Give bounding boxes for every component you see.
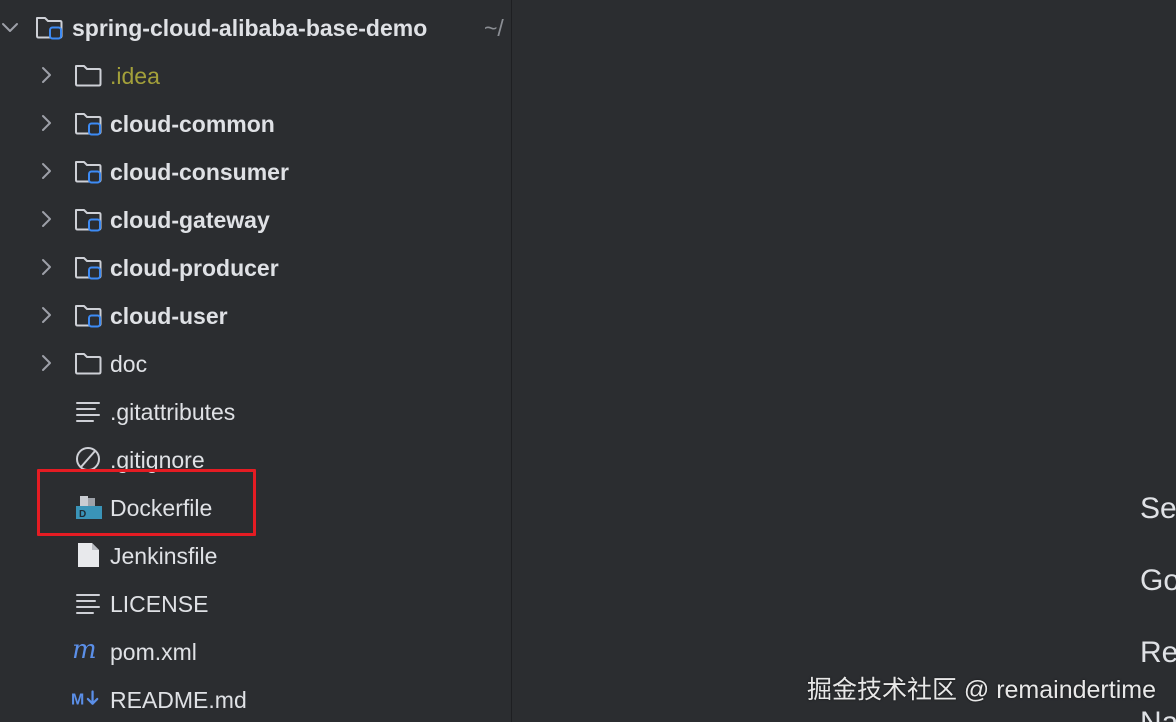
tree-root-label: spring-cloud-alibaba-base-demo — [72, 15, 428, 41]
tree-item-gitattributes[interactable]: .gitattributes — [0, 387, 511, 435]
chevron-right-icon[interactable] — [36, 305, 56, 325]
tree-item-label: cloud-consumer — [110, 159, 289, 185]
right-panel-text: Se — [1140, 492, 1176, 525]
tree-item-label: .gitattributes — [110, 399, 236, 425]
module-folder-icon — [75, 257, 102, 280]
tree-item-label: pom.xml — [110, 639, 197, 665]
chevron-right-icon[interactable] — [36, 353, 56, 373]
right-panel-text: Na — [1140, 706, 1176, 722]
tree-item-license[interactable]: LICENSE — [0, 579, 511, 627]
tree-item-label: LICENSE — [110, 591, 209, 617]
ide-window: spring-cloud-alibaba-base-demo ~/ .idea … — [0, 0, 1176, 722]
project-tree-panel: spring-cloud-alibaba-base-demo ~/ .idea … — [0, 0, 511, 722]
right-panel-text: Re — [1140, 636, 1176, 669]
svg-text:m: m — [72, 638, 97, 664]
maven-icon: m — [72, 638, 97, 664]
text-file-icon — [76, 594, 100, 614]
dockerfile-highlight-box — [37, 469, 256, 536]
tree-item-cloud-gateway[interactable]: cloud-gateway — [0, 195, 511, 243]
tree-item-idea[interactable]: .idea — [0, 51, 511, 99]
tree-root-path: ~/ — [484, 15, 504, 41]
tree-item-cloud-common[interactable]: cloud-common — [0, 99, 511, 147]
tree-item-label: doc — [110, 351, 148, 377]
tree-item-label: cloud-common — [110, 111, 275, 137]
tree-item-label: cloud-user — [110, 303, 228, 329]
tree-item-label: README.md — [110, 687, 247, 713]
folder-icon — [75, 65, 102, 87]
svg-text:M: M — [71, 692, 84, 709]
panel-divider[interactable] — [511, 0, 512, 722]
folder-icon — [75, 353, 102, 375]
chevron-right-icon[interactable] — [36, 113, 56, 133]
module-folder-icon — [75, 161, 102, 184]
tree-item-cloud-consumer[interactable]: cloud-consumer — [0, 147, 511, 195]
file-icon — [78, 543, 99, 567]
module-folder-icon — [75, 209, 102, 232]
chevron-right-icon[interactable] — [36, 65, 56, 85]
tree-item-pom-xml[interactable]: m pom.xml — [0, 627, 511, 675]
tree-item-label: Jenkinsfile — [110, 543, 218, 569]
tree-item-label: cloud-gateway — [110, 207, 270, 233]
chevron-right-icon[interactable] — [36, 209, 56, 229]
tree-root-row[interactable]: spring-cloud-alibaba-base-demo ~/ — [0, 3, 511, 51]
module-folder-icon — [36, 17, 63, 40]
module-folder-icon — [75, 305, 102, 328]
chevron-right-icon[interactable] — [36, 257, 56, 277]
chevron-down-icon[interactable] — [0, 17, 20, 37]
text-file-icon — [76, 402, 100, 422]
right-panel-text: Go — [1140, 564, 1176, 597]
tree-item-cloud-producer[interactable]: cloud-producer — [0, 243, 511, 291]
markdown-icon: M — [71, 690, 99, 709]
tree-item-readme[interactable]: M README.md — [0, 675, 511, 722]
tree-item-jenkinsfile[interactable]: Jenkinsfile — [0, 531, 511, 579]
tree-item-doc[interactable]: doc — [0, 339, 511, 387]
module-folder-icon — [75, 113, 102, 136]
tree-item-cloud-user[interactable]: cloud-user — [0, 291, 511, 339]
chevron-right-icon[interactable] — [36, 161, 56, 181]
tree-item-label: cloud-producer — [110, 255, 279, 281]
watermark-text: 掘金技术社区 @ remaindertime — [806, 676, 1156, 704]
tree-item-label: .idea — [110, 63, 160, 89]
